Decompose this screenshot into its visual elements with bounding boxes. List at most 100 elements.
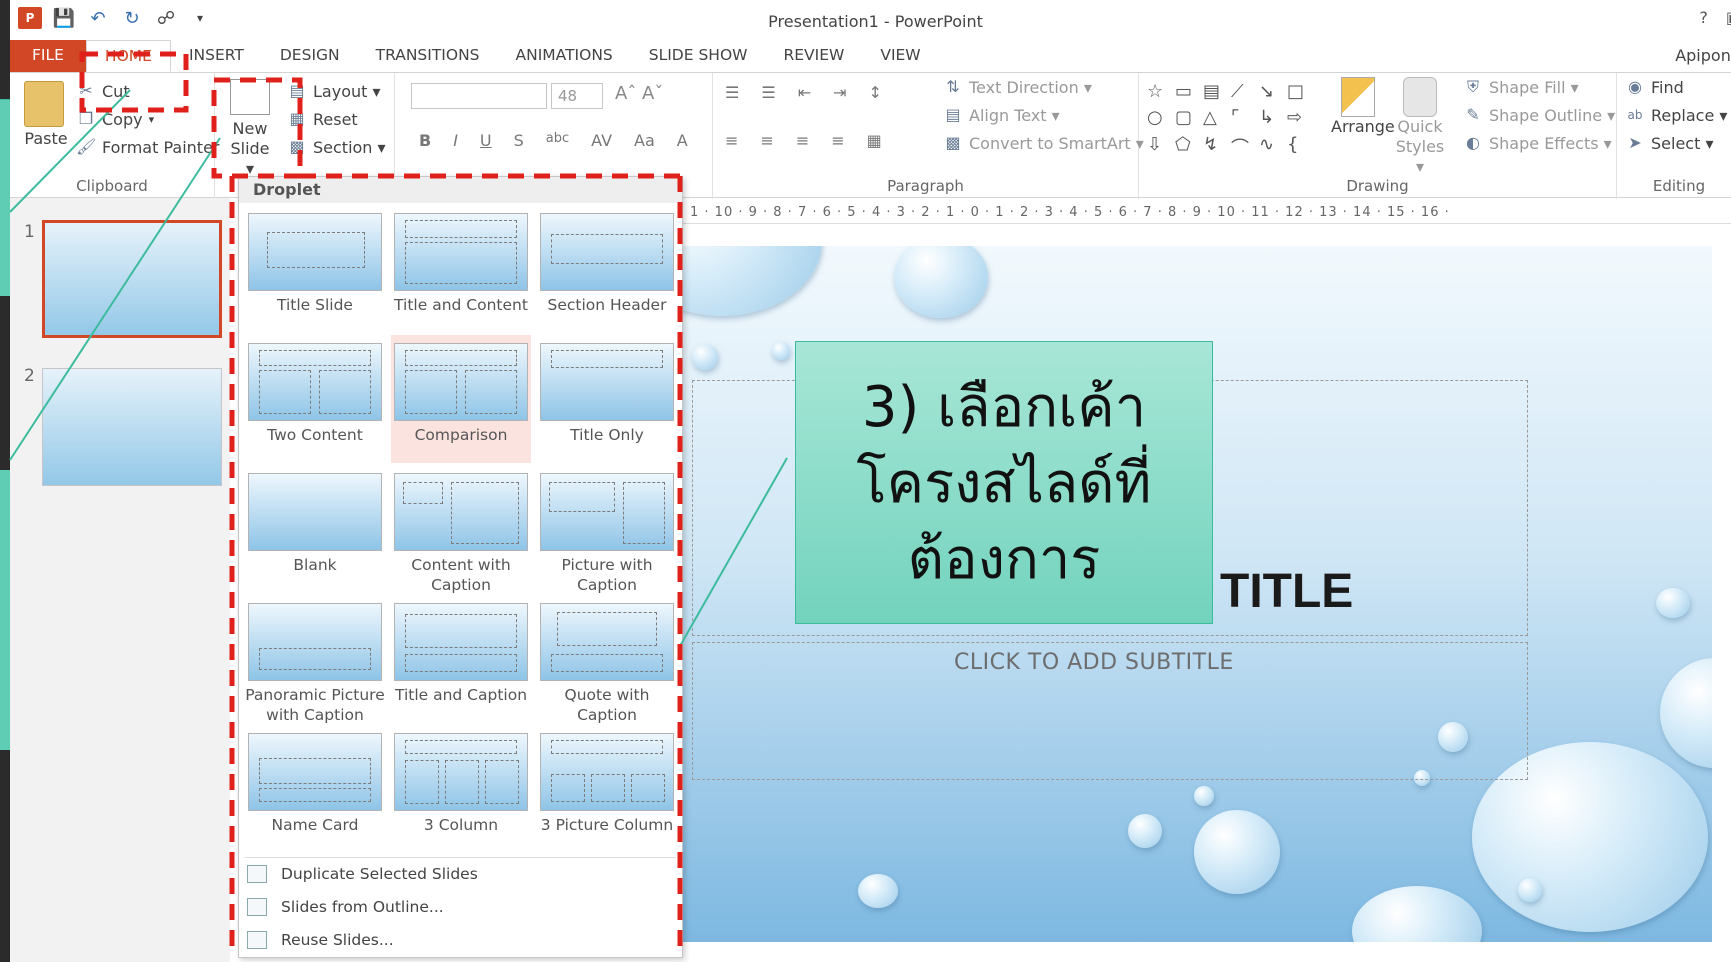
layout-quote-with-caption[interactable]: Quote with Caption bbox=[537, 599, 677, 725]
numbering-icon[interactable]: ☰ bbox=[761, 83, 775, 102]
center-icon[interactable]: ≡ bbox=[760, 131, 773, 150]
line-spacing-icon[interactable]: ↕ bbox=[869, 83, 882, 102]
find-button[interactable]: ◉ Find bbox=[1625, 77, 1684, 97]
bold-icon[interactable]: B bbox=[419, 131, 431, 150]
arc-shape-icon[interactable]: ⌒ bbox=[1231, 134, 1255, 161]
slides-from-outline-item[interactable]: Slides from Outline... bbox=[247, 898, 444, 916]
layout-title-and-content[interactable]: Title and Content bbox=[391, 209, 531, 315]
elbow-arrow-shape-icon[interactable]: ↳ bbox=[1259, 107, 1283, 129]
columns-icon[interactable]: ▦ bbox=[867, 131, 882, 150]
shadow-icon[interactable]: S bbox=[514, 131, 524, 150]
reuse-slides-item[interactable]: Reuse Slides... bbox=[247, 931, 394, 949]
change-case-icon[interactable]: Aa bbox=[634, 131, 655, 150]
restore-icon[interactable]: ▣ bbox=[1726, 8, 1731, 27]
tab-review[interactable]: REVIEW bbox=[765, 40, 862, 72]
pentagon-shape-icon[interactable]: ⬠ bbox=[1175, 134, 1199, 161]
tab-transitions[interactable]: TRANSITIONS bbox=[358, 40, 498, 72]
grow-font-icon[interactable]: Aˆ Aˇ bbox=[615, 83, 663, 104]
right-arrow-shape-icon[interactable]: ⇨ bbox=[1287, 107, 1311, 129]
user-name[interactable]: Apipong bbox=[1675, 46, 1731, 65]
paste-button[interactable]: Paste bbox=[24, 81, 68, 148]
shapes-gallery[interactable]: ☆ ▭ ▤ ⟋ ↘ □ ○ ▢ △ ⌜ ↳ ⇨ ⇩ ⬠ ↯ ⌒ ∿ { bbox=[1147, 81, 1317, 161]
slide-title[interactable]: TITLE bbox=[1220, 564, 1353, 619]
arrange-button[interactable]: Arrange bbox=[1331, 77, 1395, 136]
format-painter-button[interactable]: 🖌 Format Painter bbox=[76, 137, 219, 157]
drawing-group: ☆ ▭ ▤ ⟋ ↘ □ ○ ▢ △ ⌜ ↳ ⇨ ⇩ ⬠ ↯ ⌒ ∿ {Arra… bbox=[1139, 73, 1617, 199]
font-color-icon[interactable]: A bbox=[677, 131, 688, 150]
layout-3-picture-column[interactable]: 3 Picture Column bbox=[537, 729, 677, 835]
layout-title-only[interactable]: Title Only bbox=[537, 339, 677, 445]
help-button[interactable]: ? bbox=[1699, 8, 1708, 27]
underline-icon[interactable]: U bbox=[480, 131, 492, 150]
square-shape-icon[interactable]: □ bbox=[1287, 81, 1311, 103]
layout-two-content[interactable]: Two Content bbox=[245, 339, 385, 445]
tab-view[interactable]: VIEW bbox=[862, 40, 938, 72]
layout-name: Title and Content bbox=[394, 296, 528, 314]
convert-smartart-button[interactable]: ▩ Convert to SmartArt ▾ bbox=[943, 133, 1143, 153]
line-shape-icon[interactable]: ⟋ bbox=[1231, 81, 1255, 103]
brace-shape-icon[interactable]: { bbox=[1287, 134, 1311, 161]
cut-button[interactable]: ✂ Cut bbox=[76, 81, 129, 101]
tab-file[interactable]: FILE bbox=[10, 40, 86, 72]
layout-button[interactable]: ▤ Layout ▾ bbox=[287, 81, 380, 101]
align-left-icon[interactable]: ≡ bbox=[725, 131, 738, 150]
layout-name-card[interactable]: Name Card bbox=[245, 729, 385, 835]
oval-shape-icon[interactable]: ○ bbox=[1147, 107, 1171, 129]
character-spacing-icon[interactable]: AV bbox=[591, 131, 612, 150]
copy-button[interactable]: ❐ Copy ▾ bbox=[76, 109, 154, 129]
new-slide-button[interactable]: New Slide ▾ bbox=[225, 79, 275, 179]
layout-section-header[interactable]: Section Header bbox=[537, 209, 677, 315]
down-arrow-shape-icon[interactable]: ⇩ bbox=[1147, 134, 1171, 161]
slide-subtitle[interactable]: CLICK TO ADD SUBTITLE bbox=[954, 650, 1234, 675]
format-painter-label: Format Painter bbox=[102, 137, 220, 157]
layout-title-and-caption[interactable]: Title and Caption bbox=[391, 599, 531, 705]
shape-fill-button[interactable]: ⛨ Shape Fill ▾ bbox=[1463, 77, 1579, 97]
lightning-shape-icon[interactable]: ↯ bbox=[1203, 134, 1227, 161]
tab-slide-show[interactable]: SLIDE SHOW bbox=[631, 40, 766, 72]
reset-button[interactable]: ▦ Reset bbox=[287, 109, 357, 129]
decrease-indent-icon[interactable]: ⇤ bbox=[798, 83, 811, 102]
triangle-shape-icon[interactable]: △ bbox=[1203, 107, 1227, 129]
textbox-shape-icon[interactable]: ▤ bbox=[1203, 81, 1227, 103]
rectangle-shape-icon[interactable]: ▭ bbox=[1175, 81, 1199, 103]
tab-design[interactable]: DESIGN bbox=[262, 40, 358, 72]
shape-effects-button[interactable]: ◐ Shape Effects ▾ bbox=[1463, 133, 1612, 153]
shape-outline-label: Shape Outline ▾ bbox=[1489, 105, 1616, 125]
shape-outline-button[interactable]: ✎ Shape Outline ▾ bbox=[1463, 105, 1615, 125]
tab-animations[interactable]: ANIMATIONS bbox=[498, 40, 631, 72]
layout-thumbnail bbox=[540, 473, 674, 551]
curve-shape-icon[interactable]: ∿ bbox=[1259, 134, 1283, 161]
layout-3-column[interactable]: 3 Column bbox=[391, 729, 531, 835]
layout-comparison[interactable]: Comparison bbox=[391, 335, 531, 463]
increase-indent-icon[interactable]: ⇥ bbox=[833, 83, 846, 102]
align-text-button[interactable]: ▤ Align Text ▾ bbox=[943, 105, 1059, 125]
bullets-icon[interactable]: ☰ bbox=[725, 83, 739, 102]
align-right-icon[interactable]: ≡ bbox=[796, 131, 809, 150]
tab-home[interactable]: HOME bbox=[85, 40, 171, 72]
tab-insert[interactable]: INSERT bbox=[171, 40, 262, 72]
font-size-box[interactable]: 48 bbox=[551, 83, 603, 109]
text-direction-button[interactable]: ⇅ Text Direction ▾ bbox=[943, 77, 1092, 97]
layout-panoramic-picture-with-caption[interactable]: Panoramic Picture with Caption bbox=[245, 599, 385, 725]
duplicate-selected-slides-item[interactable]: Duplicate Selected Slides bbox=[247, 865, 478, 883]
italic-icon[interactable]: I bbox=[453, 131, 458, 150]
section-button[interactable]: ▩ Section ▾ bbox=[287, 137, 385, 157]
align-text-icon: ▤ bbox=[945, 105, 961, 124]
layout-picture-with-caption[interactable]: Picture with Caption bbox=[537, 469, 677, 595]
slide-thumbnail-1[interactable] bbox=[42, 220, 222, 338]
star-shape-icon[interactable]: ☆ bbox=[1147, 81, 1171, 103]
replace-button[interactable]: ab Replace ▾ bbox=[1625, 105, 1728, 125]
quick-styles-button[interactable]: Quick Styles ▾ bbox=[1393, 77, 1447, 177]
new-slide-icon bbox=[230, 79, 270, 115]
arrow-line-shape-icon[interactable]: ↘ bbox=[1259, 81, 1283, 103]
layout-title-slide[interactable]: Title Slide bbox=[245, 209, 385, 315]
layout-content-with-caption[interactable]: Content with Caption bbox=[391, 469, 531, 595]
strikethrough-icon[interactable]: abc bbox=[546, 131, 569, 150]
rounded-rect-shape-icon[interactable]: ▢ bbox=[1175, 107, 1199, 129]
slide-thumbnail-2[interactable] bbox=[42, 368, 222, 486]
layout-blank[interactable]: Blank bbox=[245, 469, 385, 575]
font-name-box[interactable] bbox=[411, 83, 547, 109]
justify-icon[interactable]: ≡ bbox=[831, 131, 844, 150]
select-button[interactable]: ➤ Select ▾ bbox=[1625, 133, 1713, 153]
elbow-shape-icon[interactable]: ⌜ bbox=[1231, 107, 1255, 129]
